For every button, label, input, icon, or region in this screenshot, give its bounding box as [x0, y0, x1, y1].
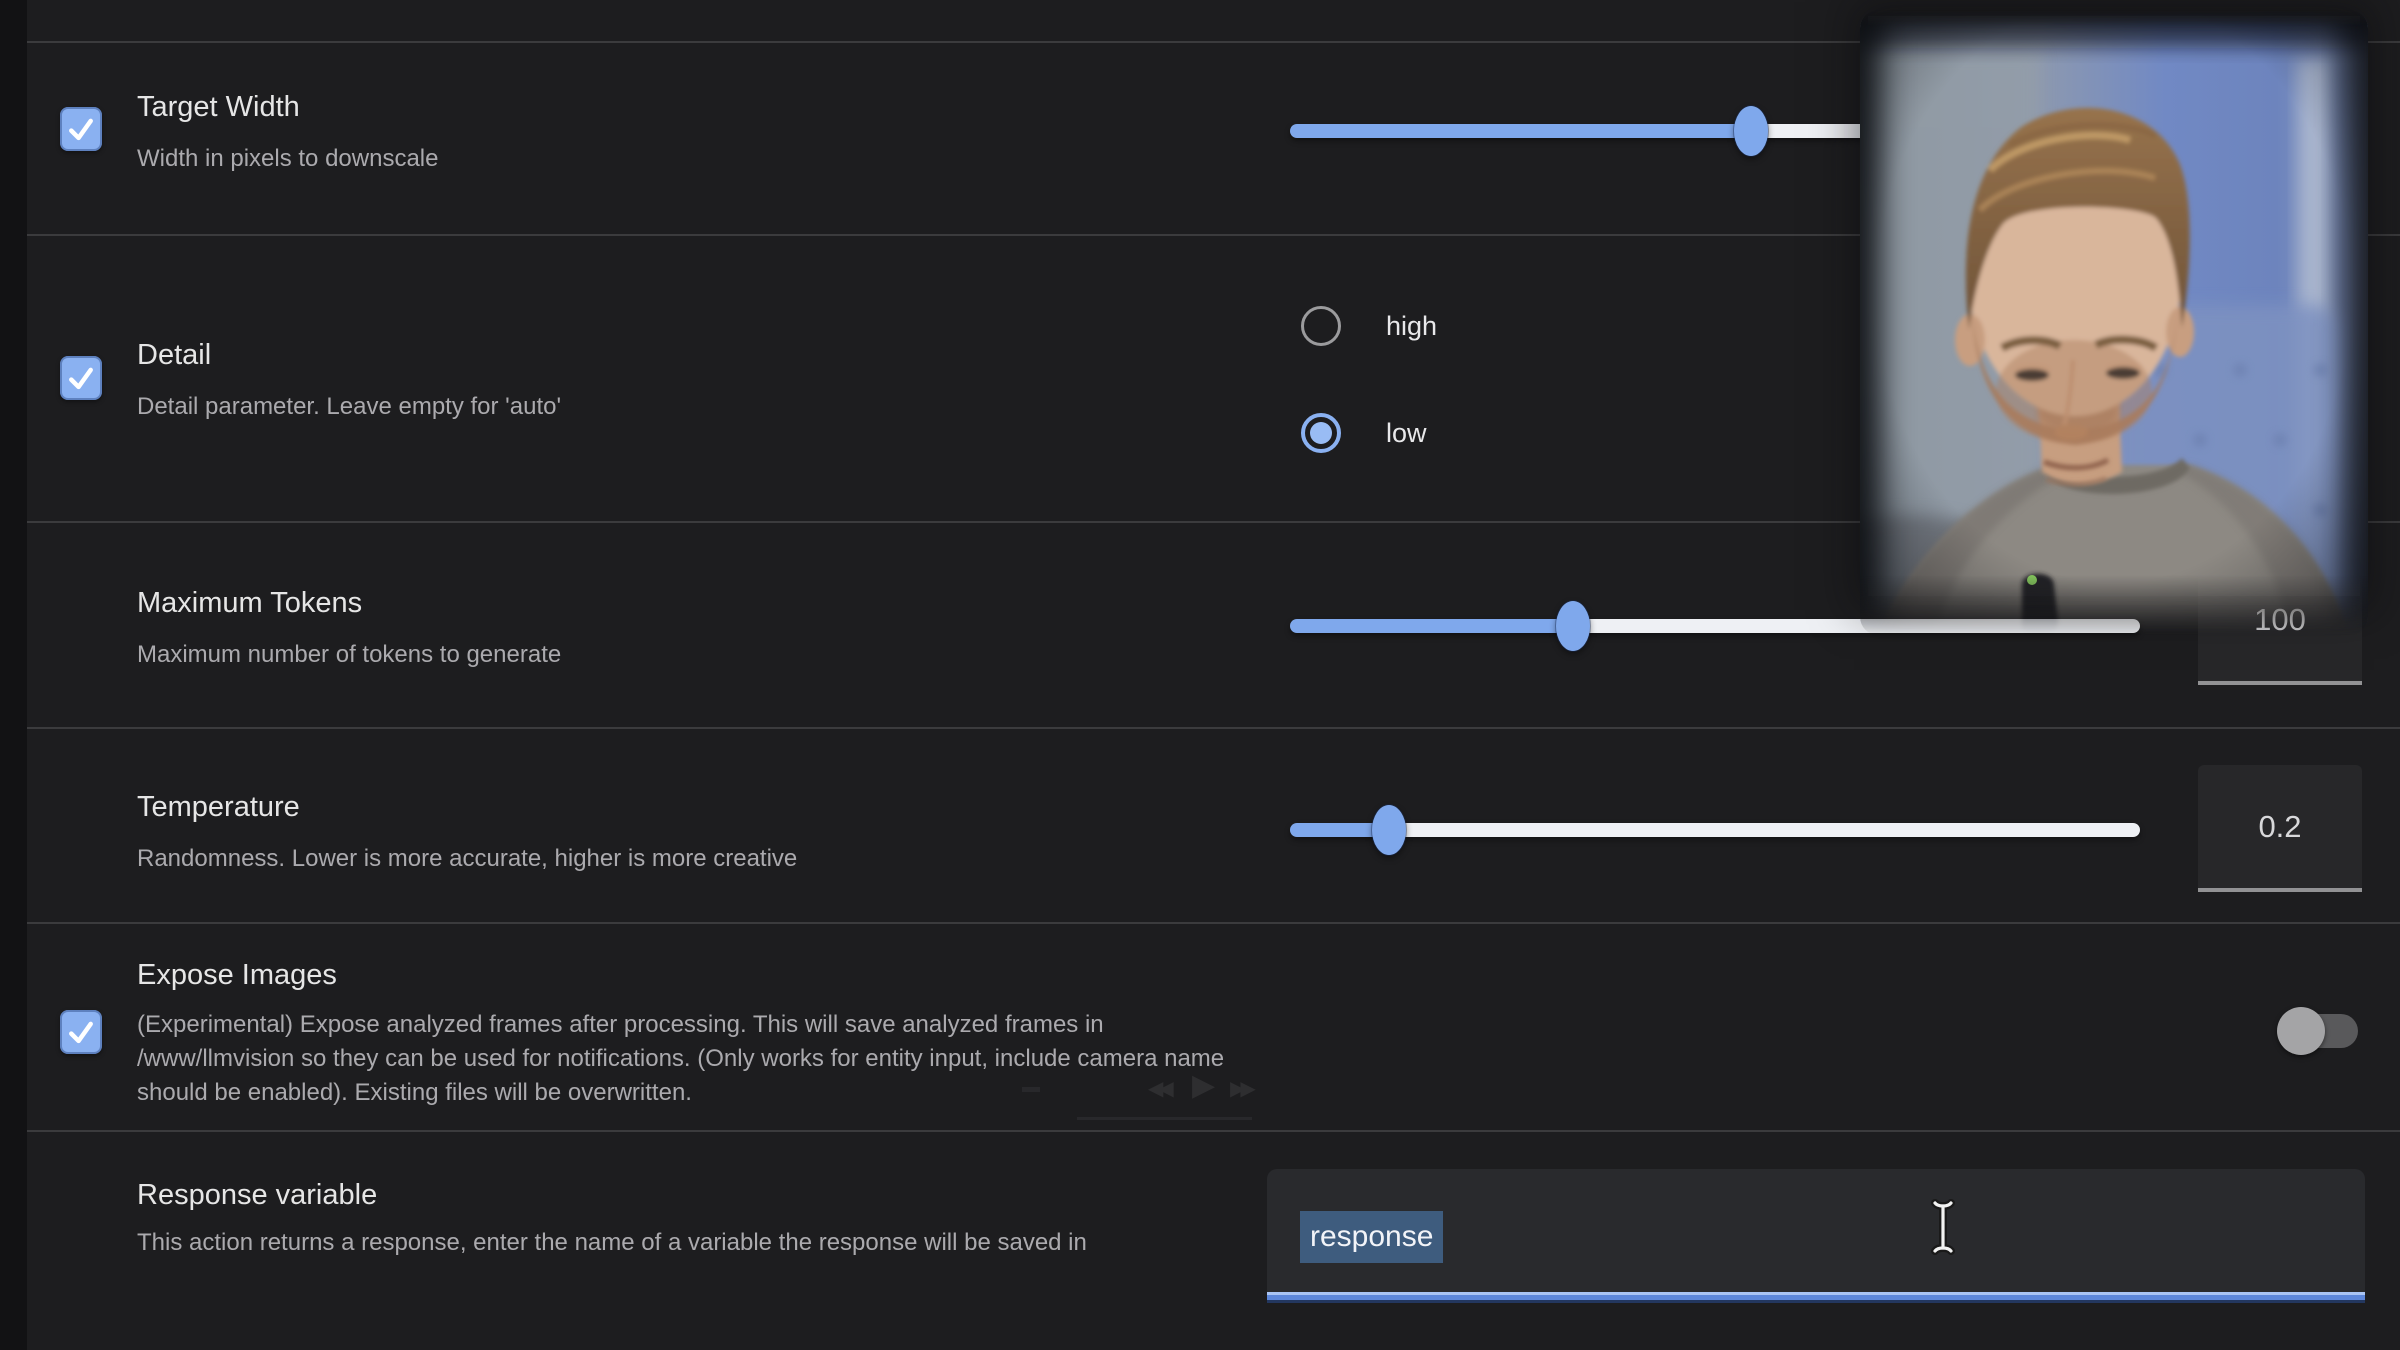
webcam-overlay	[1860, 10, 2368, 635]
expose-images-toggle-knob[interactable]	[2277, 1007, 2325, 1055]
maximum-tokens-label: Maximum Tokens	[137, 586, 362, 620]
detail-description: Detail parameter. Leave empty for 'auto'	[137, 390, 561, 424]
detail-radio-high-label[interactable]: high	[1386, 310, 1437, 342]
temperature-label: Temperature	[137, 790, 300, 824]
checkmark-icon	[64, 111, 98, 147]
maximum-tokens-slider-thumb[interactable]	[1556, 601, 1590, 651]
temperature-slider[interactable]	[1290, 823, 2140, 837]
row-separator	[27, 727, 2400, 729]
row-separator	[27, 1130, 2400, 1132]
temperature-description: Randomness. Lower is more accurate, high…	[137, 842, 797, 876]
checkmark-icon	[64, 360, 98, 396]
target-width-label: Target Width	[137, 90, 300, 124]
rewind-icon: ◀◀	[1148, 1076, 1169, 1100]
expose-images-label: Expose Images	[137, 958, 337, 992]
text-cursor-icon	[1925, 1198, 1961, 1256]
detail-checkbox[interactable]	[60, 356, 102, 400]
lavalier-mic-icon	[2022, 574, 2058, 635]
checkmark-icon	[64, 1014, 98, 1050]
fast-forward-icon: ▶▶	[1230, 1076, 1251, 1100]
play-icon: ▶	[1192, 1068, 1215, 1103]
detail-radio-low-label[interactable]: low	[1386, 417, 1427, 449]
maximum-tokens-description: Maximum number of tokens to generate	[137, 638, 561, 672]
ghost-marker	[1022, 1087, 1040, 1092]
row-separator	[27, 922, 2400, 924]
ghost-progress-line	[1077, 1117, 1252, 1120]
response-variable-description: This action returns a response, enter th…	[137, 1226, 1267, 1260]
detail-label: Detail	[137, 338, 211, 372]
detail-radio-high[interactable]	[1301, 306, 1341, 346]
expose-images-description: (Experimental) Expose analyzed frames af…	[137, 1008, 1267, 1110]
temperature-slider-thumb[interactable]	[1372, 805, 1406, 855]
input-focus-underline	[1267, 1292, 2365, 1303]
target-width-checkbox[interactable]	[60, 107, 102, 151]
expose-images-checkbox[interactable]	[60, 1010, 102, 1054]
target-width-description: Width in pixels to downscale	[137, 142, 438, 176]
temperature-value-box[interactable]: 0.2	[2198, 765, 2362, 892]
radio-dot-icon	[1310, 422, 1332, 444]
response-variable-input-value[interactable]: response	[1300, 1211, 1443, 1263]
target-width-slider-thumb[interactable]	[1734, 106, 1768, 156]
temperature-value: 0.2	[2258, 809, 2301, 845]
panel-left-edge	[0, 0, 27, 1350]
presenter-video	[1860, 10, 2368, 635]
detail-radio-low[interactable]	[1301, 413, 1341, 453]
response-variable-label: Response variable	[137, 1178, 377, 1212]
